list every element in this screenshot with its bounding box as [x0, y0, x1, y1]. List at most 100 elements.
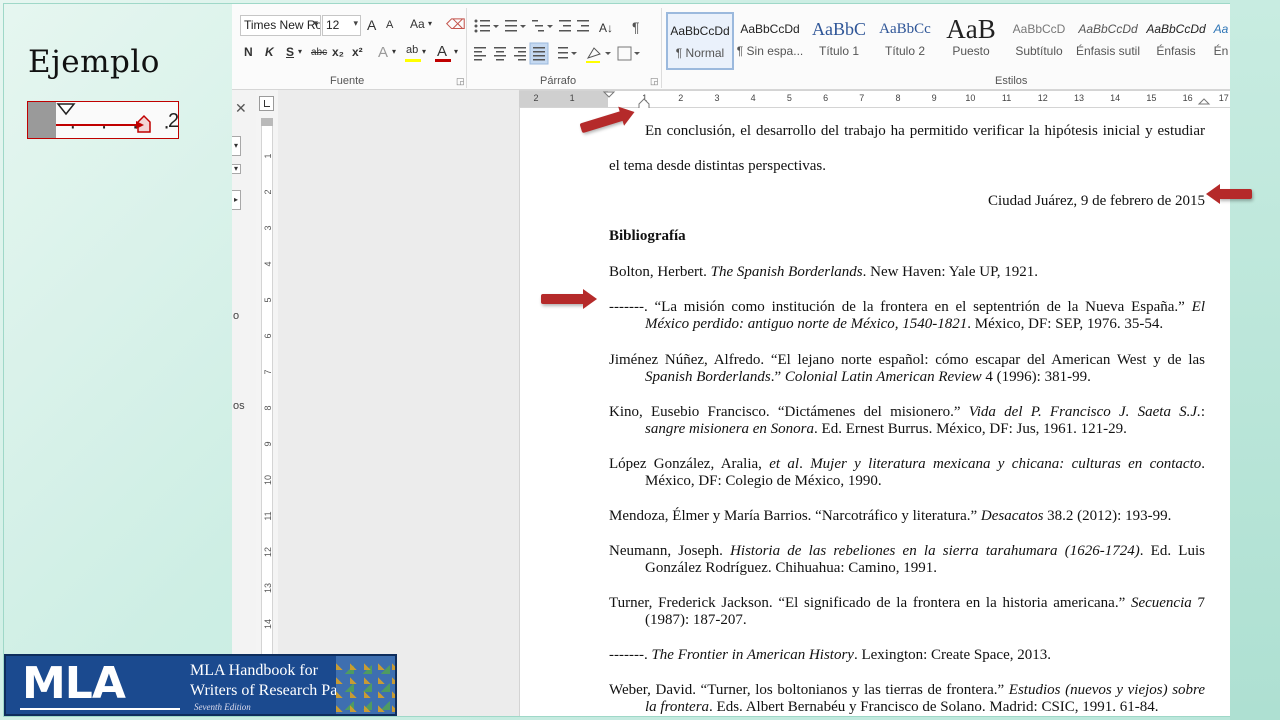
group-separator — [661, 8, 662, 88]
style-normal[interactable]: AaBbCcDd ¶ Normal — [666, 12, 734, 70]
ruler-number: 9 — [263, 441, 273, 447]
strikethrough-button[interactable]: abc — [311, 47, 327, 58]
font-name-value: Times New Ro — [244, 18, 321, 32]
style-sample: AaBbCcDd — [1146, 22, 1206, 36]
ruler-number: 8 — [263, 405, 273, 411]
ruler-number: 11 — [1001, 93, 1012, 103]
font-dialog-launcher-icon[interactable]: ◲ — [456, 76, 465, 87]
document-page[interactable]: En conclusión, el desarrollo del trabajo… — [519, 108, 1230, 716]
ruler-number: 1 — [569, 93, 575, 103]
text-run: . Eds. Albert Bernabéu y Francisco de So… — [709, 699, 1159, 715]
nav-pane-text-fragment: o — [233, 310, 240, 322]
nav-pane-expand-icon[interactable]: ▸ — [232, 190, 241, 210]
highlight-color-bar — [405, 59, 421, 62]
mla-edition: Seventh Edition — [194, 702, 251, 712]
chevron-down-icon: ▾ — [392, 47, 397, 56]
font-size-dropdown[interactable]: 12 ▾ — [322, 15, 361, 36]
italic-button[interactable]: K — [265, 45, 274, 59]
chevron-down-icon: ▾ — [428, 19, 433, 28]
text-run: .” — [770, 369, 785, 385]
style-heading-2[interactable]: AaBbCc Título 2 — [871, 12, 939, 70]
style-sample: AaBbCcDd — [1078, 22, 1138, 36]
shrink-font-button[interactable]: A — [386, 19, 393, 31]
style-no-spacing[interactable]: AaBbCcDd ¶ Sin espa... — [736, 12, 804, 70]
superscript-button[interactable]: x² — [352, 45, 363, 59]
bibliography-entry-continuation: Spanish Borderlands.” Colonial Latin Ame… — [645, 369, 1205, 386]
ruler-number: 6 — [263, 333, 273, 339]
vertical-ruler-margin — [261, 118, 273, 126]
style-name: ¶ Sin espa... — [736, 44, 804, 58]
slide-title: Ejemplo — [28, 44, 160, 80]
font-name-dropdown[interactable]: Times New Ro ▾ — [240, 15, 321, 36]
ruler-number: 5 — [263, 297, 273, 303]
subscript-button[interactable]: x₂ — [332, 45, 344, 59]
bibliography-entry: Weber, David. “Turner, los boltonianos y… — [609, 682, 1205, 699]
italic-text: et al — [769, 456, 800, 472]
text-run: México, DF: Colegio de México, 1990. — [645, 473, 882, 489]
bibliography-entry-continuation: México perdido: antiguo norte de México,… — [645, 316, 1205, 333]
style-sample: AaBbC — [812, 19, 866, 39]
mla-logo-letters: MLA — [22, 658, 126, 709]
text-run: . — [799, 456, 811, 472]
italic-text: México perdido: antiguo norte de México,… — [645, 316, 968, 332]
mla-title-line-1: MLA Handbook for — [190, 662, 318, 679]
ruler-number: 3 — [263, 225, 273, 231]
italic-text: Desacatos — [980, 508, 1044, 524]
italic-text: Mujer y literatura mexicana y chicana: c… — [810, 456, 1202, 472]
svg-text:¶: ¶ — [632, 19, 640, 35]
italic-text: The Spanish Borderlands — [710, 264, 863, 280]
ruler-number: 13 — [1073, 93, 1084, 103]
style-sample: AaBbCcD — [1012, 22, 1066, 36]
italic-text: sangre misionera en Sonora — [645, 421, 815, 437]
text-run: . Ed. Luis — [1139, 543, 1205, 559]
italic-text: Historia de las rebeliones en la sierra … — [730, 543, 1140, 559]
text-run: 4 (1996): 381-99. — [981, 369, 1091, 385]
close-icon[interactable]: ✕ — [235, 100, 247, 117]
text-run: . México, DF: SEP, 1976. 35-54. — [967, 316, 1164, 332]
style-heading-1[interactable]: AaBbC Título 1 — [805, 12, 873, 70]
style-intense-emphasis[interactable]: Aa Én — [1210, 12, 1230, 70]
ruler-number: 12 — [1037, 93, 1048, 103]
bold-button[interactable]: N — [244, 45, 253, 59]
first-line-indent-marker-icon[interactable] — [602, 91, 618, 109]
underline-button[interactable]: S — [286, 45, 294, 59]
style-name: ¶ Normal — [675, 46, 725, 60]
style-emphasis[interactable]: AaBbCcDd Énfasis — [1142, 12, 1210, 70]
change-case-button[interactable]: Aa — [410, 17, 425, 31]
style-title[interactable]: AaB Puesto — [937, 12, 1005, 70]
highlight-button[interactable]: ab — [406, 44, 418, 56]
ruler-number: 4 — [263, 261, 273, 267]
style-subtitle[interactable]: AaBbCcD Subtítulo — [1005, 12, 1073, 70]
bibliography-entry: Turner, Frederick Jackson. “El significa… — [609, 595, 1205, 612]
paragraph-dialog-launcher-icon[interactable]: ◲ — [650, 76, 659, 87]
text-effects-button[interactable]: A — [378, 44, 388, 61]
style-name: Énfasis — [1156, 44, 1196, 58]
group-label-font: Fuente — [330, 75, 365, 87]
tab-selector-icon[interactable] — [259, 96, 274, 111]
bibliography-entry-continuation: la frontera. Eds. Albert Bernabéu y Fran… — [645, 699, 1205, 716]
group-separator — [466, 8, 467, 88]
slide-right-strip — [1230, 0, 1280, 720]
nav-pane-control[interactable]: ▾ — [232, 136, 241, 156]
chevron-down-icon: ▾ — [353, 18, 358, 28]
italic-text: El — [1191, 299, 1205, 315]
style-sample: AaBbCc — [879, 21, 931, 37]
nav-pane-control[interactable]: ▾ — [232, 164, 241, 174]
text-run: . — [1201, 456, 1206, 472]
text-run: : — [1200, 404, 1206, 420]
ruler-number: 9 — [931, 93, 937, 103]
style-subtle-emphasis[interactable]: AaBbCcDd Énfasis sutil — [1074, 12, 1142, 70]
bibliography-entry: Bolton, Herbert. The Spanish Borderlands… — [609, 264, 1205, 281]
italic-text: Estudios (nuevos y viejos) sobre — [1008, 682, 1205, 698]
ruler-number: 16 — [1182, 93, 1193, 103]
font-color-button[interactable]: A — [437, 43, 447, 60]
ruler-number: 14 — [263, 619, 273, 630]
chevron-down-icon: ▾ — [298, 47, 303, 56]
clear-formatting-icon[interactable]: ⌫ — [446, 16, 466, 33]
italic-text: Secuencia — [1130, 595, 1192, 611]
grow-font-button[interactable]: A — [367, 17, 376, 33]
document-area: ✕ ▾ ▾ ▸ o os 123456789101112131415 21123… — [232, 90, 1230, 716]
ruler-number: 17 — [1218, 93, 1229, 103]
italic-text: Vida del P. Francisco J. Saeta S.J. — [968, 404, 1201, 420]
chevron-down-icon: ▾ — [422, 47, 427, 56]
